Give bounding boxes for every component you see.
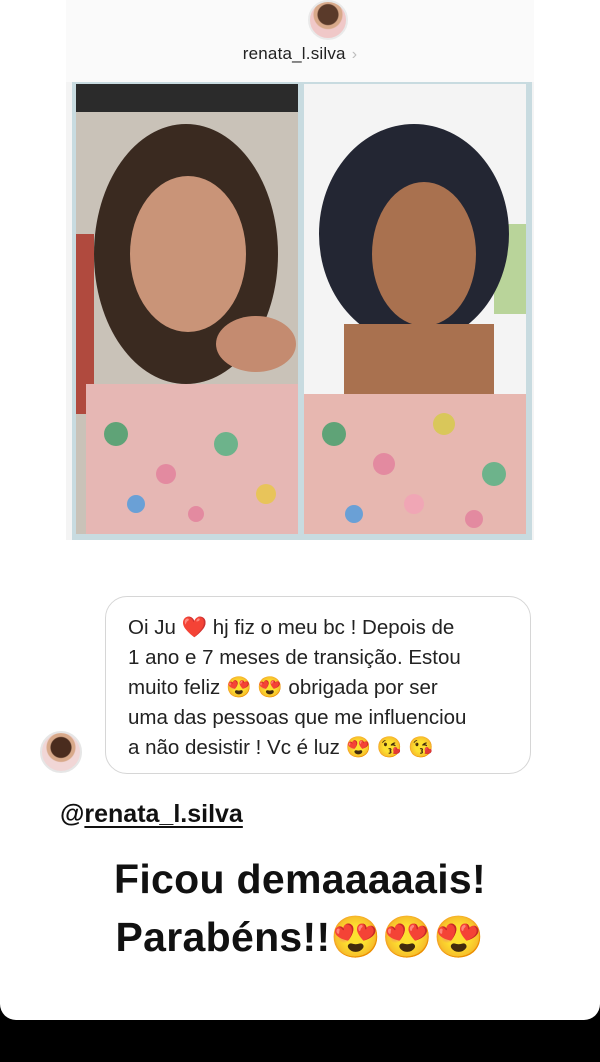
mention-sticker[interactable]: @renata_l.silva <box>60 800 243 829</box>
chevron-right-icon: › <box>351 46 358 63</box>
post-username-row[interactable]: renata_l.silva › <box>66 44 534 64</box>
story-caption: Ficou demaaaaais! Parabéns!!😍😍😍 <box>0 850 600 966</box>
after-photo <box>304 84 526 534</box>
before-photo <box>76 84 298 534</box>
caption-line-1: Ficou demaaaaais! <box>114 856 486 902</box>
reply-text: Oi Ju ❤️ hj fiz o meu bc ! Depois de 1 a… <box>128 616 467 759</box>
post-avatar[interactable] <box>308 0 348 40</box>
post-header[interactable]: renata_l.silva › <box>66 0 534 82</box>
reply-avatar[interactable] <box>40 731 82 773</box>
reply-bubble: Oi Ju ❤️ hj fiz o meu bc ! Depois de 1 a… <box>105 596 531 774</box>
caption-line-2: Parabéns!!😍😍😍 <box>115 914 485 960</box>
story-card: renata_l.silva › Oi Ju ❤️ hj fiz o meu b… <box>0 0 600 1020</box>
photo-collage <box>72 82 532 540</box>
shared-post[interactable]: renata_l.silva › <box>66 0 534 540</box>
mention-at-symbol: @ <box>60 800 85 828</box>
post-username[interactable]: renata_l.silva <box>243 44 346 63</box>
mention-handle[interactable]: renata_l.silva <box>84 800 242 828</box>
